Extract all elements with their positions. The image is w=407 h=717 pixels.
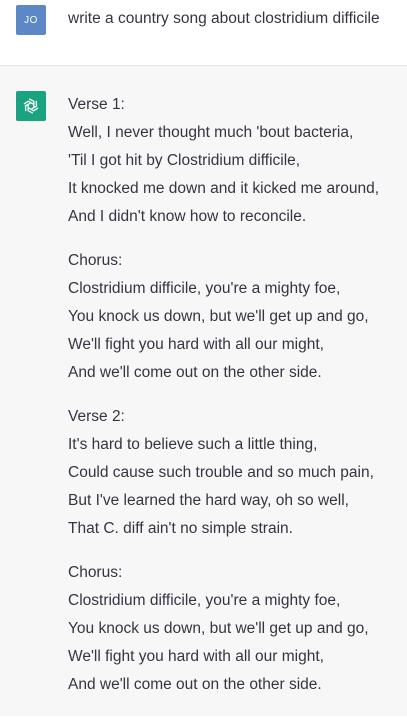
user-avatar: JO [16,5,46,35]
lyrics-stanza: Verse 1: Well, I never thought much 'bout… [68,93,407,233]
openai-logo-icon [16,91,46,121]
lyric-line: You knock us down, but we'll get up and … [68,308,369,325]
lyric-line: And I didn't know how to reconcile. [68,208,307,225]
lyric-line: That C. diff ain't no simple strain. [68,520,293,537]
lyric-line: You knock us down, but we'll get up and … [68,620,369,637]
lyric-line: But I've learned the hard way, oh so wel… [68,492,349,509]
stanza-heading: Verse 2: [68,408,125,425]
lyrics-stanza: Verse 2: It's hard to believe such a litt… [68,405,407,545]
user-message-text: write a country song about clostridium d… [68,10,380,27]
stanza-heading: Chorus: [68,564,123,581]
stanza-heading: Verse 1: [68,96,125,113]
lyric-line: It's hard to believe such a little thing… [68,436,318,453]
lyric-line: And we'll come out on the other side. [68,676,322,693]
lyric-line: Well, I never thought much 'bout bacteri… [68,124,354,141]
assistant-message-row: Verse 1: Well, I never thought much 'bout… [0,66,407,716]
lyric-line: Clostridium difficile, you're a mighty f… [68,592,341,609]
lyrics-stanza: Chorus: Clostridium difficile, you're a m… [68,561,407,701]
lyric-line: It knocked me down and it kicked me arou… [68,180,380,197]
lyric-line: Clostridium difficile, you're a mighty f… [68,280,341,297]
user-message-row: JO write a country song about clostridiu… [0,0,407,66]
lyrics-stanza: Chorus: Clostridium difficile, you're a m… [68,249,407,389]
lyric-line: Could cause such trouble and so much pai… [68,464,374,481]
lyric-line: We'll fight you hard with all our might, [68,648,324,665]
stanza-heading: Chorus: [68,252,123,269]
lyric-line: And we'll come out on the other side. [68,364,322,381]
lyric-line: We'll fight you hard with all our might, [68,336,324,353]
lyric-line: 'Til I got hit by Clostridium difficile, [68,152,301,169]
song-lyrics: Verse 1: Well, I never thought much 'bout… [68,93,407,717]
